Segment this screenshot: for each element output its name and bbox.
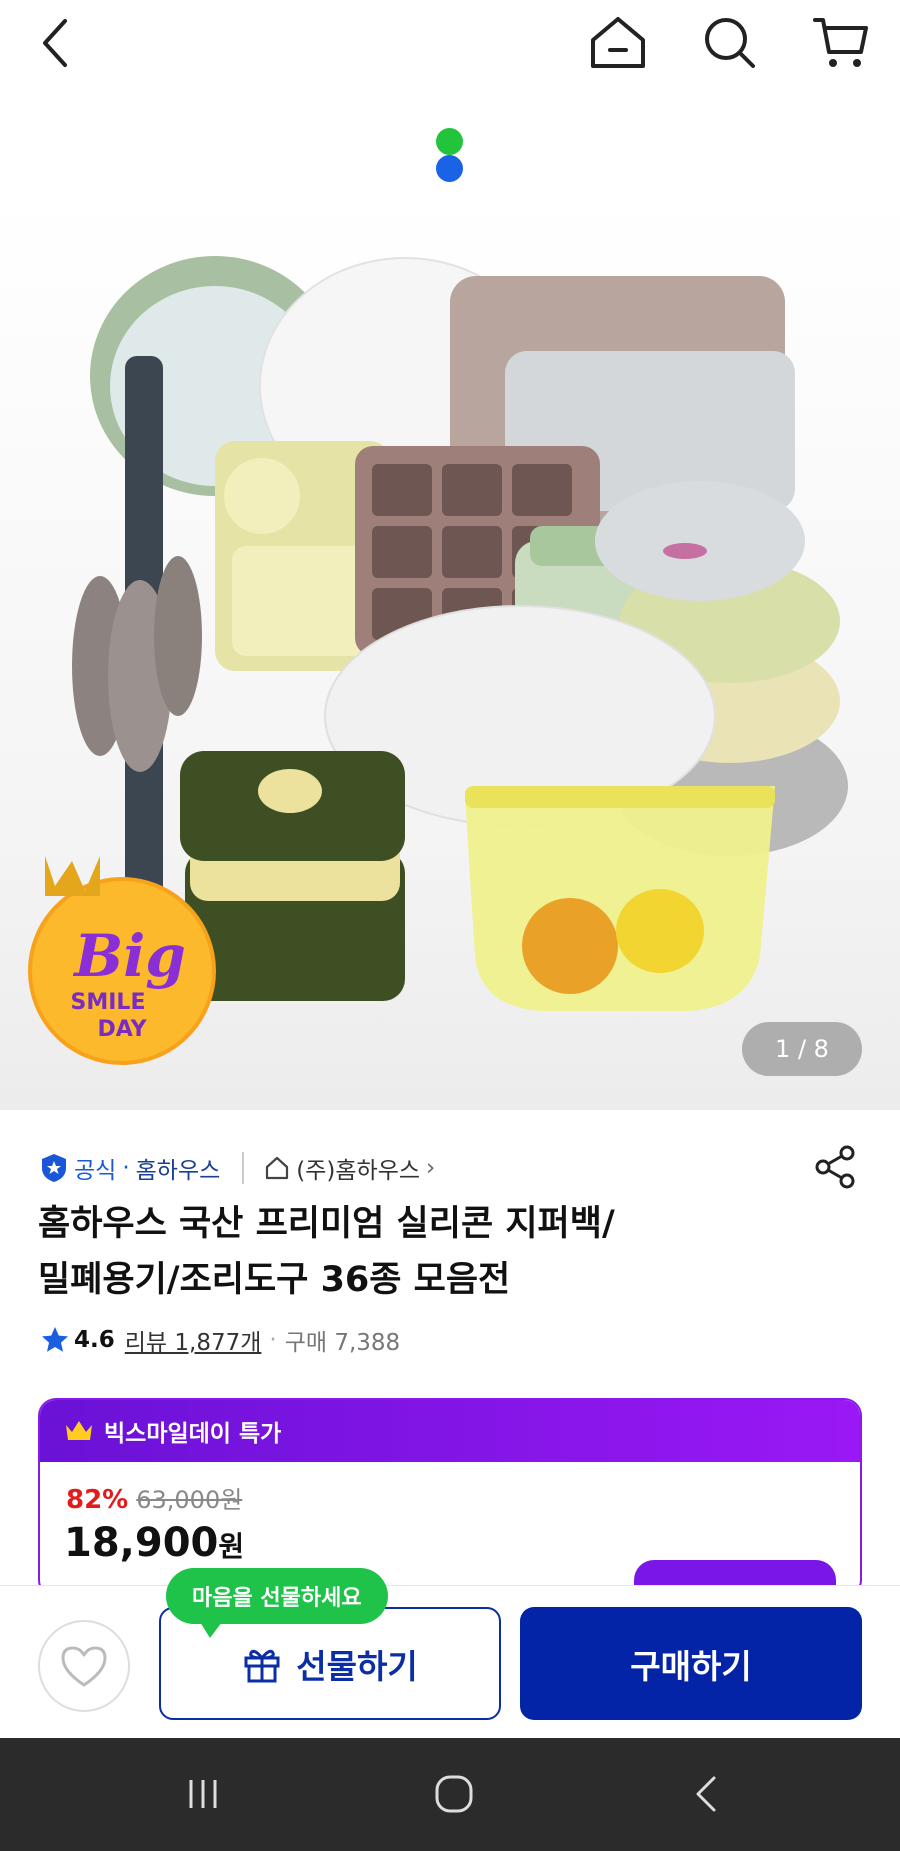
deal-header-label: 빅스마일데이 특가 bbox=[104, 1421, 282, 1447]
rating-row: 4.6 리뷰 1,877개 · 구매 7,388 bbox=[40, 1322, 400, 1358]
pager-dot-active bbox=[436, 128, 463, 155]
rating-score: 4.6 bbox=[74, 1327, 115, 1353]
rating-separator: · bbox=[269, 1327, 277, 1353]
deal-box: 빅스마일데이 특가 82% 63,000원 18,900원 bbox=[38, 1398, 862, 1598]
store-home-icon bbox=[266, 1156, 289, 1180]
chevron-left-icon bbox=[43, 19, 67, 67]
top-nav-bar bbox=[0, 0, 900, 86]
bottom-action-bar: 선물하기 구매하기 bbox=[0, 1585, 900, 1738]
sale-price-unit: 원 bbox=[218, 1530, 245, 1563]
search-icon bbox=[705, 18, 755, 68]
buy-button[interactable]: 구매하기 bbox=[520, 1607, 862, 1720]
product-title-line1: 홈하우스 국산 프리미엄 실리콘 지퍼백/ bbox=[38, 1204, 615, 1244]
heart-icon bbox=[61, 1646, 107, 1687]
gift-icon bbox=[244, 1649, 280, 1682]
back-button[interactable] bbox=[22, 10, 88, 76]
system-nav-bar bbox=[0, 1738, 900, 1851]
image-counter: 1 / 8 bbox=[742, 1022, 862, 1076]
recents-button[interactable] bbox=[163, 1758, 243, 1830]
store-link[interactable]: (주)홈하우스 › bbox=[264, 1151, 435, 1185]
purchase-count: 구매 7,388 bbox=[284, 1330, 401, 1356]
official-label[interactable]: 공식 bbox=[74, 1151, 116, 1185]
search-button[interactable] bbox=[697, 10, 763, 76]
recents-icon bbox=[189, 1780, 217, 1808]
home-button[interactable] bbox=[585, 10, 651, 76]
cart-icon bbox=[813, 18, 868, 67]
sale-price: 18,900원 bbox=[64, 1520, 244, 1566]
deal-header: 빅스마일데이 특가 bbox=[40, 1400, 860, 1462]
sale-price-number: 18,900 bbox=[64, 1520, 219, 1566]
buy-button-label: 구매하기 bbox=[630, 1646, 752, 1686]
star-icon bbox=[42, 1327, 68, 1352]
brand-name-link[interactable]: 홈하우스 bbox=[136, 1151, 221, 1185]
image-pager-dots bbox=[436, 128, 464, 184]
gift-button-label: 선물하기 bbox=[296, 1646, 418, 1686]
product-photo: Big SMILE DAY bbox=[28, 256, 848, 1065]
promo-badge-day: DAY bbox=[97, 1017, 147, 1042]
system-back-icon bbox=[696, 1776, 716, 1812]
price-discount-row: 82% 63,000원 bbox=[66, 1480, 242, 1515]
pager-dot bbox=[436, 155, 463, 182]
store-name: (주)홈하우스 bbox=[296, 1158, 421, 1184]
chevron-right-icon: › bbox=[426, 1155, 436, 1181]
cart-button[interactable] bbox=[808, 10, 874, 76]
discount-rate: 82% bbox=[66, 1485, 129, 1515]
gift-tooltip: 마음을 선물하세요 bbox=[166, 1568, 388, 1638]
brand-row: 공식 · 홈하우스 (주)홈하우스 › bbox=[40, 1145, 860, 1189]
share-icon bbox=[815, 1145, 855, 1189]
brand-separator: · bbox=[122, 1155, 130, 1181]
divider bbox=[242, 1152, 245, 1184]
review-count-link[interactable]: 리뷰 1,877개 bbox=[125, 1323, 262, 1357]
system-home-icon bbox=[435, 1775, 473, 1813]
product-image-carousel[interactable]: Big SMILE DAY bbox=[0, 196, 900, 1110]
wishlist-button[interactable] bbox=[38, 1620, 130, 1712]
product-title: 홈하우스 국산 프리미엄 실리콘 지퍼백/ 밀폐용기/조리도구 36종 모음전 bbox=[38, 1196, 838, 1308]
system-back-button[interactable] bbox=[666, 1758, 746, 1830]
product-title-line2: 밀폐용기/조리도구 36종 모음전 bbox=[38, 1260, 511, 1300]
system-home-button[interactable] bbox=[414, 1758, 494, 1830]
share-button[interactable] bbox=[810, 1142, 860, 1192]
promo-badge-big: Big bbox=[72, 922, 186, 990]
home-icon bbox=[591, 17, 645, 68]
crown-icon bbox=[66, 1421, 92, 1440]
promo-badge-smile: SMILE bbox=[71, 990, 146, 1015]
original-price: 63,000원 bbox=[136, 1486, 243, 1514]
verified-shield-icon bbox=[42, 1154, 66, 1182]
